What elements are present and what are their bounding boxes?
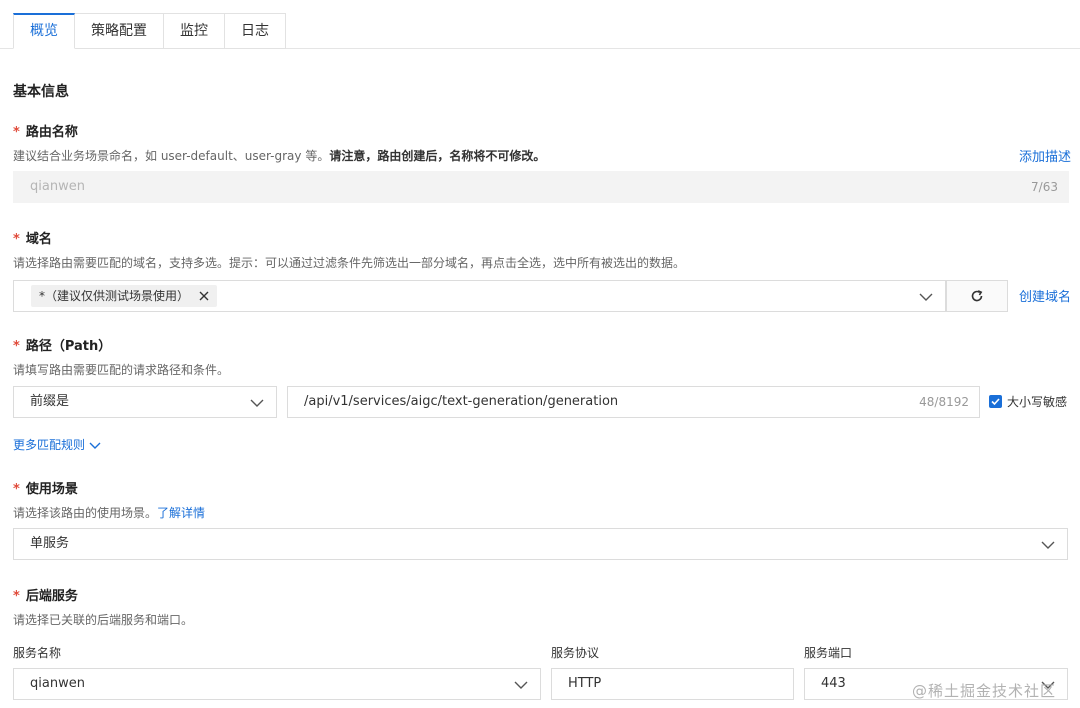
scenario-hint-text: 请选择该路由的使用场景。	[13, 506, 158, 520]
route-name-input[interactable]: qianwen 7/63	[13, 171, 1069, 203]
backend-hint: 请选择已关联的后端服务和端口。	[13, 613, 194, 627]
route-name-label: * 路由名称	[13, 121, 78, 140]
domain-tag-label: *（建议仅供测试场景使用）	[39, 289, 190, 303]
required-mark: *	[13, 125, 20, 140]
chevron-down-icon	[89, 442, 101, 449]
required-mark: *	[13, 232, 20, 247]
check-icon	[991, 398, 1000, 406]
chevron-down-icon	[514, 681, 528, 689]
service-port-value: 443	[821, 676, 846, 691]
domain-hint: 请选择路由需要匹配的域名，支持多选。提示：可以通过过滤条件先筛选出一部分域名，再…	[13, 256, 686, 270]
path-match-type-value: 前缀是	[30, 394, 70, 409]
domain-label-text: 域名	[25, 232, 52, 247]
path-input[interactable]: /api/v1/services/aigc/text-generation/ge…	[287, 386, 980, 418]
tab-policy-config[interactable]: 策略配置	[75, 13, 164, 49]
more-match-rules-toggle[interactable]: 更多匹配规则	[13, 436, 101, 453]
path-value: /api/v1/services/aigc/text-generation/ge…	[304, 394, 619, 409]
backend-label-text: 后端服务	[25, 589, 78, 604]
path-match-type-select[interactable]: 前缀是	[13, 386, 277, 418]
route-name-label-text: 路由名称	[25, 125, 78, 140]
service-port-label: 服务端口	[804, 646, 853, 660]
service-protocol-label: 服务协议	[551, 646, 600, 660]
tab-logs[interactable]: 日志	[225, 13, 286, 49]
service-protocol-value: HTTP	[568, 676, 602, 691]
close-icon[interactable]	[199, 291, 209, 301]
scenario-hint: 请选择该路由的使用场景。了解详情	[13, 504, 205, 521]
tab-monitoring[interactable]: 监控	[164, 13, 225, 49]
learn-more-link[interactable]: 了解详情	[157, 506, 205, 520]
chevron-down-icon	[1041, 541, 1055, 549]
path-label-text: 路径（Path）	[25, 339, 112, 354]
domain-label: * 域名	[13, 228, 52, 247]
route-name-hint: 建议结合业务场景命名，如 user-default、user-gray 等。请注…	[13, 147, 545, 164]
scenario-value: 单服务	[30, 536, 70, 551]
chevron-down-icon	[250, 399, 264, 407]
route-name-value: qianwen	[30, 179, 85, 194]
route-name-hint-warning: 请注意，路由创建后，名称将不可修改。	[329, 149, 546, 163]
watermark: @稀土掘金技术社区	[912, 682, 1057, 700]
service-name-select[interactable]: qianwen	[13, 668, 541, 700]
required-mark: *	[13, 339, 20, 354]
chevron-down-icon	[919, 293, 933, 301]
domain-tag: *（建议仅供测试场景使用）	[31, 285, 218, 307]
tab-overview[interactable]: 概览	[13, 13, 75, 49]
path-label: * 路径（Path）	[13, 335, 111, 354]
path-counter: 48/8192	[919, 395, 969, 409]
domain-select[interactable]: *（建议仅供测试场景使用）	[13, 280, 946, 312]
backend-label: * 后端服务	[13, 585, 78, 604]
service-name-value: qianwen	[30, 676, 85, 691]
more-match-rules-label: 更多匹配规则	[13, 438, 86, 452]
refresh-icon	[971, 290, 983, 302]
scenario-label-text: 使用场景	[25, 482, 78, 497]
path-hint: 请填写路由需要匹配的请求路径和条件。	[13, 363, 230, 377]
add-description-link[interactable]: 添加描述	[1019, 146, 1071, 165]
create-domain-link[interactable]: 创建域名	[1019, 286, 1071, 305]
section-title-basic-info: 基本信息	[13, 84, 69, 100]
service-name-label: 服务名称	[13, 646, 62, 660]
case-sensitive-checkbox[interactable]	[989, 395, 1002, 408]
service-protocol-field[interactable]: HTTP	[551, 668, 794, 700]
required-mark: *	[13, 589, 20, 604]
required-mark: *	[13, 482, 20, 497]
refresh-button[interactable]	[946, 280, 1008, 312]
scenario-select[interactable]: 单服务	[13, 528, 1068, 560]
route-name-counter: 7/63	[1031, 180, 1058, 194]
tab-bar: 概览 策略配置 监控 日志	[13, 13, 286, 49]
case-sensitive-label[interactable]: 大小写敏感	[1007, 393, 1067, 410]
route-name-hint-text: 建议结合业务场景命名，如 user-default、user-gray 等。	[13, 149, 330, 163]
scenario-label: * 使用场景	[13, 478, 78, 497]
